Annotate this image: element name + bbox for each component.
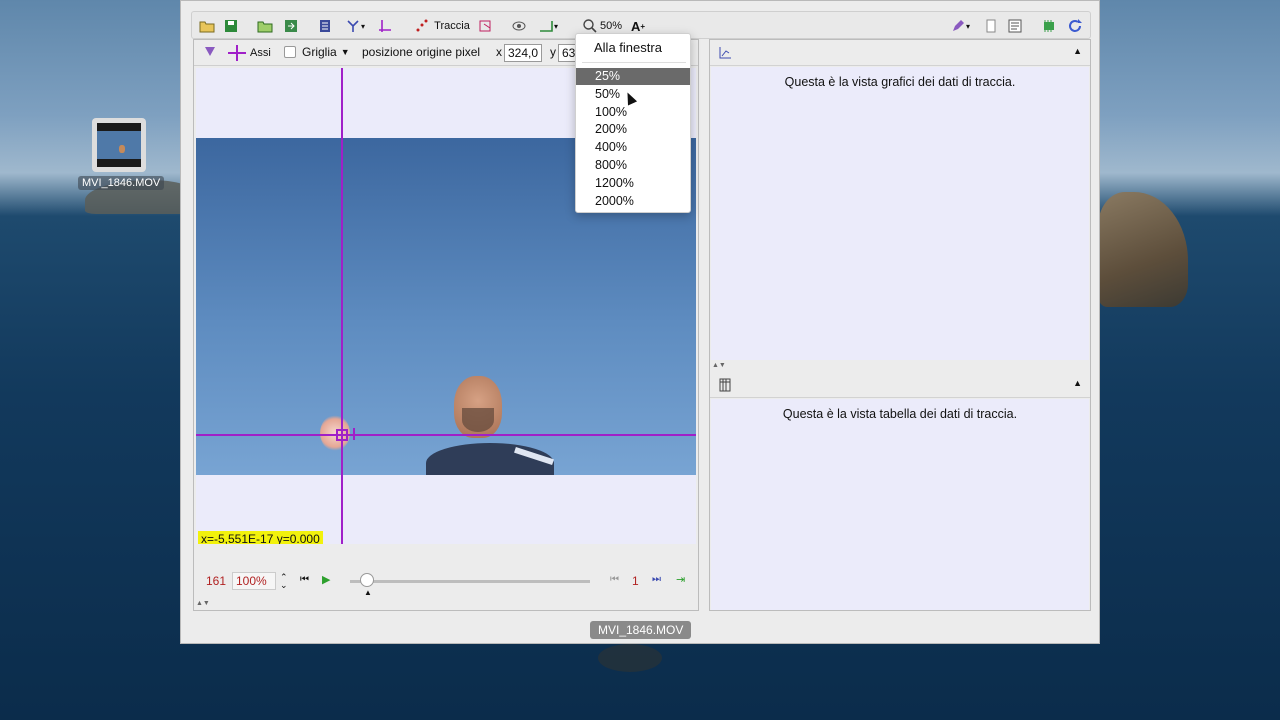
desktop-file-label: MVI_1846.MOV: [78, 176, 165, 190]
person-beard: [462, 408, 494, 432]
zoom-option[interactable]: 25%: [576, 68, 690, 85]
info-panel-icon[interactable]: [1006, 17, 1024, 35]
origin-handle[interactable]: [336, 429, 348, 441]
axes-label: Assi: [250, 47, 271, 59]
desktop-rock: [598, 644, 662, 672]
video-thumbnail-icon: [92, 118, 146, 172]
visibility-eye-icon[interactable]: [510, 17, 528, 35]
zoom-option[interactable]: 100%: [576, 104, 690, 121]
step-back-icon[interactable]: ⏮: [610, 574, 619, 585]
memory-chip-icon[interactable]: [1040, 17, 1058, 35]
zoom-option[interactable]: 400%: [576, 139, 690, 156]
zoom-option[interactable]: 2000%: [576, 193, 690, 210]
window-filename-label: MVI_1846.MOV: [590, 621, 692, 639]
open-video-icon[interactable]: [256, 17, 274, 35]
frame-slider-track[interactable]: [350, 580, 590, 583]
track-menu-button[interactable]: Traccia: [412, 17, 472, 35]
desktop-file-icon[interactable]: MVI_1846.MOV: [78, 118, 165, 190]
x-axis-line[interactable]: [196, 434, 696, 436]
frame-slider-knob[interactable]: [360, 573, 374, 587]
table-collapse-icon[interactable]: ▲: [1073, 378, 1082, 388]
ruler-tools-icon[interactable]: ▾: [534, 17, 562, 35]
table-view-header: ▲: [710, 372, 1090, 398]
origin-x-label: x: [496, 45, 502, 59]
desktop-cliff: [1098, 192, 1188, 307]
plot-collapse-icon[interactable]: ▲: [1073, 46, 1082, 56]
zoom-level-label: 50%: [599, 20, 623, 32]
coordinate-readout: x=-5,551E-17 y=0.000: [198, 531, 323, 544]
grid-toggle[interactable]: Griglia ▼: [284, 45, 350, 59]
zoom-option[interactable]: 1200%: [576, 175, 690, 192]
track-dropdown-icon[interactable]: [204, 45, 216, 57]
track-menu-label: Traccia: [434, 20, 470, 32]
y-axis-line[interactable]: [341, 68, 343, 544]
step-size[interactable]: 1: [632, 574, 639, 588]
zoom-option[interactable]: 200%: [576, 121, 690, 138]
frame-number: 161: [206, 574, 227, 588]
player-bar: 161 100% ⌃ ⌄ ⏮ ▶ ▲ ⏮ 1 ⏭ ⇥: [196, 564, 696, 598]
loop-icon[interactable]: ⇥: [676, 573, 685, 586]
table-view-icon[interactable]: [718, 378, 732, 392]
track-control-icon[interactable]: [477, 17, 495, 35]
export-icon[interactable]: [282, 17, 300, 35]
split-resize-icon[interactable]: ▲▼: [712, 362, 726, 369]
table-view-body: Questa è la vista tabella dei dati di tr…: [711, 399, 1089, 610]
data-views-panel: ▲ Questa è la vista grafici dei dati di …: [709, 39, 1091, 611]
notes-icon[interactable]: [982, 17, 1000, 35]
axes-button[interactable]: Assi: [228, 45, 271, 61]
plot-view-message: Questa è la vista grafici dei dati di tr…: [784, 75, 1016, 89]
plot-view-body: Questa è la vista grafici dei dati di tr…: [711, 67, 1089, 360]
calibration-tools-icon[interactable]: ▾: [342, 17, 368, 35]
origin-x-field[interactable]: 324,0: [504, 44, 543, 62]
panel-resize-icon[interactable]: ▲▼: [196, 600, 210, 607]
step-forward-icon[interactable]: ⏭: [652, 574, 661, 585]
clip-settings-icon[interactable]: [316, 17, 334, 35]
pencil-tools-icon[interactable]: ▾: [946, 17, 974, 35]
save-icon[interactable]: [222, 17, 240, 35]
axes-toggle-icon[interactable]: [376, 17, 394, 35]
grid-checkbox[interactable]: [284, 46, 296, 58]
rate-stepper-icon[interactable]: ⌃ ⌄: [280, 573, 288, 590]
menu-separator: [582, 62, 686, 63]
axis-tick: [353, 428, 355, 440]
slider-marker-icon: ▲: [364, 588, 372, 597]
plot-view-icon[interactable]: [718, 46, 732, 60]
grid-label: Griglia: [302, 45, 337, 59]
table-view-message: Questa è la vista tabella dei dati di tr…: [782, 407, 1018, 421]
zoom-option[interactable]: 800%: [576, 157, 690, 174]
playback-rate-field[interactable]: 100%: [232, 572, 276, 590]
refresh-icon[interactable]: [1066, 17, 1084, 35]
zoom-fit-option[interactable]: Alla finestra: [576, 38, 690, 58]
zoom-menu: Alla finestra 25% 50% 100% 200% 400% 800% 1200…: [575, 33, 691, 213]
origin-y-label: y: [550, 45, 556, 59]
open-folder-icon[interactable]: [198, 17, 216, 35]
axes-cross-icon: [228, 45, 246, 61]
origin-position-label: posizione origine pixel: [362, 45, 481, 59]
go-to-start-icon[interactable]: ⏮: [300, 574, 309, 585]
plot-view-header: ▲: [710, 40, 1090, 66]
grid-dropdown-icon[interactable]: ▼: [341, 47, 350, 57]
play-icon[interactable]: ▶: [322, 573, 330, 586]
